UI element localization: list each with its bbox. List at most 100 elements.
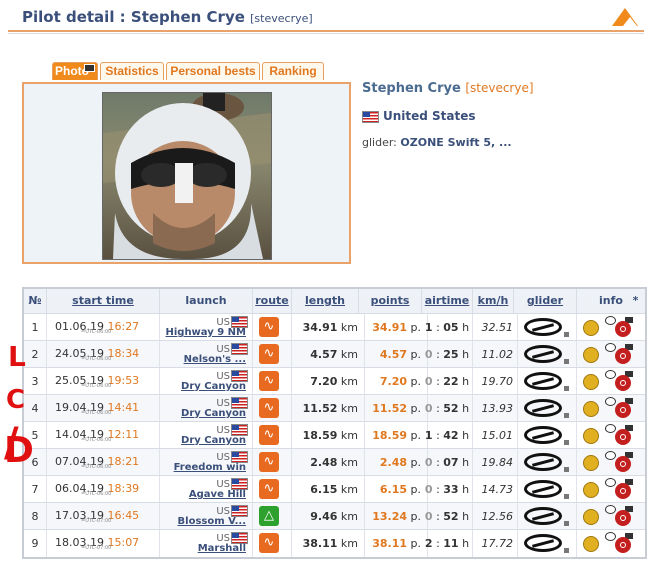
comment-icon[interactable] bbox=[605, 370, 616, 379]
glider-logo-icon[interactable] bbox=[524, 345, 562, 363]
col-header-points[interactable]: points bbox=[359, 289, 422, 313]
comment-icon[interactable] bbox=[605, 478, 616, 487]
comment-icon[interactable] bbox=[605, 424, 616, 433]
gold-medal-icon[interactable] bbox=[583, 536, 599, 552]
comment-icon[interactable] bbox=[605, 532, 616, 541]
table-row[interactable]: 2 24.05.19 18:34 =UTC-06:00 US Nelson's ... ∿… bbox=[24, 340, 645, 368]
magnifier-icon[interactable] bbox=[615, 321, 631, 337]
open-route-icon[interactable]: ∿ bbox=[259, 533, 279, 553]
launch-name-link[interactable]: Dry Canyon bbox=[181, 381, 246, 392]
pilot-photo[interactable] bbox=[102, 92, 272, 260]
flight-time: 16:27 bbox=[107, 320, 140, 333]
magnifier-icon[interactable] bbox=[615, 375, 631, 391]
row-number-cell: 7 bbox=[24, 476, 47, 503]
magnifier-icon[interactable] bbox=[615, 429, 631, 445]
gold-medal-icon[interactable] bbox=[583, 401, 599, 417]
open-route-icon[interactable]: ∿ bbox=[259, 371, 279, 391]
airtime-unit: h bbox=[462, 456, 470, 469]
open-route-icon[interactable]: ∿ bbox=[259, 398, 279, 418]
magnifier-icon[interactable] bbox=[615, 456, 631, 472]
table-row[interactable]: 4 19.04.19 14:41 =UTC-06:00 US Dry Canyon ∿ 11… bbox=[24, 394, 645, 422]
glider-logo-icon[interactable] bbox=[524, 318, 562, 336]
row-number-cell: 4 bbox=[24, 395, 47, 422]
glider-logo-icon[interactable] bbox=[524, 399, 562, 417]
launch-name-link[interactable]: Blossom V... bbox=[178, 516, 246, 527]
col-header-glider[interactable]: glider bbox=[514, 289, 577, 313]
tab-ranking[interactable]: Ranking bbox=[262, 62, 324, 80]
flight-length: 4.57 km bbox=[310, 348, 358, 361]
tab-photo[interactable]: Photo bbox=[52, 62, 98, 80]
magnifier-icon[interactable] bbox=[615, 348, 631, 364]
glider-logo-icon[interactable] bbox=[524, 426, 562, 444]
launch-name-link[interactable]: Highway 9 NM bbox=[165, 327, 246, 338]
timezone-label: =UTC-06:00 bbox=[81, 464, 112, 470]
flight-length: 7.20 km bbox=[310, 375, 358, 388]
airtime-minutes: 25 bbox=[443, 348, 459, 361]
flight-points: 4.57 p. bbox=[380, 348, 421, 361]
comment-icon[interactable] bbox=[605, 397, 616, 406]
row-number-cell: 3 bbox=[24, 368, 47, 395]
launch-name-link[interactable]: Freedom win bbox=[174, 462, 246, 473]
col-header-start-time[interactable]: start time bbox=[47, 289, 160, 313]
speed-cell: 13.93 bbox=[473, 395, 518, 422]
gold-medal-icon[interactable] bbox=[583, 347, 599, 363]
table-row[interactable]: 3 25.05.19 19:53 =UTC-06:00 US Dry Canyon ∿ 7.… bbox=[24, 367, 645, 395]
gold-medal-icon[interactable] bbox=[583, 455, 599, 471]
gold-medal-icon[interactable] bbox=[583, 374, 599, 390]
launch-name-link[interactable]: Marshall bbox=[198, 543, 246, 554]
page-title-text: Pilot detail : Stephen Crye bbox=[22, 8, 245, 26]
gold-medal-icon[interactable] bbox=[583, 509, 599, 525]
glider-logo-icon[interactable] bbox=[524, 480, 562, 498]
airtime-unit: h bbox=[462, 537, 470, 550]
points-cell: 11.52 p. bbox=[359, 395, 428, 422]
points-unit: p. bbox=[410, 456, 421, 469]
magnifier-icon[interactable] bbox=[615, 402, 631, 418]
triangle-route-icon[interactable]: △ bbox=[259, 506, 279, 526]
comment-icon[interactable] bbox=[605, 316, 616, 325]
comment-icon[interactable] bbox=[605, 451, 616, 460]
launch-cell: US Nelson's ... bbox=[160, 341, 253, 368]
tab-statistics[interactable]: Statistics bbox=[100, 62, 164, 80]
col-header-airtime[interactable]: airtime bbox=[422, 289, 473, 313]
table-row[interactable]: 6 07.04.19 18:21 =UTC-06:00 US Freedom win ∿ 2… bbox=[24, 448, 645, 476]
col-header-length[interactable]: length bbox=[292, 289, 359, 313]
gold-medal-icon[interactable] bbox=[583, 320, 599, 336]
table-row[interactable]: 9 18.03.19 15:07 =UTC-07:00 US Marshall ∿ 38.1… bbox=[24, 529, 645, 557]
launch-name-link[interactable]: Agave Hill bbox=[189, 489, 246, 500]
length-cell: 11.52 km bbox=[292, 395, 365, 422]
gold-medal-icon[interactable] bbox=[583, 428, 599, 444]
open-route-icon[interactable]: ∿ bbox=[259, 479, 279, 499]
comment-icon[interactable] bbox=[605, 343, 616, 352]
timezone-value: UTC-06:00 bbox=[85, 329, 112, 335]
col-header-route[interactable]: route bbox=[253, 289, 292, 313]
table-row[interactable]: 8 17.03.19 16:45 =UTC-07:00 US Blossom V... △… bbox=[24, 502, 645, 530]
launch-name-link[interactable]: Dry Canyon bbox=[181, 435, 246, 446]
open-route-icon[interactable]: ∿ bbox=[259, 317, 279, 337]
length-unit: km bbox=[340, 537, 358, 550]
glider-logo-icon[interactable] bbox=[524, 534, 562, 552]
open-route-icon[interactable]: ∿ bbox=[259, 425, 279, 445]
magnifier-icon[interactable] bbox=[615, 510, 631, 526]
table-row[interactable]: 5 14.04.19 12:11 =UTC-06:00 US Dry Canyon ∿ 18… bbox=[24, 421, 645, 449]
route-cell: ∿ bbox=[253, 314, 292, 341]
info-cell bbox=[577, 476, 645, 503]
table-row[interactable]: 7 06.04.19 18:39 =UTC-06:00 US Agave Hill ∿ 6.… bbox=[24, 475, 645, 503]
points-unit: p. bbox=[410, 375, 421, 388]
launch-name-link[interactable]: Nelson's ... bbox=[184, 354, 246, 365]
comment-icon[interactable] bbox=[605, 505, 616, 514]
glider-class-icon bbox=[564, 521, 569, 526]
launch-name-link[interactable]: Dry Canyon bbox=[181, 408, 246, 419]
gold-medal-icon[interactable] bbox=[583, 482, 599, 498]
points-cell: 6.15 p. bbox=[359, 476, 428, 503]
glider-logo-icon[interactable] bbox=[524, 453, 562, 471]
table-row[interactable]: 1 01.06.19 16:27 =UTC-06:00 US Highway 9 NM ∿… bbox=[24, 313, 645, 341]
tab-personal-bests[interactable]: Personal bests bbox=[166, 62, 260, 80]
glider-logo-icon[interactable] bbox=[524, 372, 562, 390]
magnifier-icon[interactable] bbox=[615, 537, 631, 553]
open-route-icon[interactable]: ∿ bbox=[259, 344, 279, 364]
col-header-speed[interactable]: km/h bbox=[473, 289, 514, 313]
glider-logo-icon[interactable] bbox=[524, 507, 562, 525]
magnifier-icon[interactable] bbox=[615, 483, 631, 499]
open-route-icon[interactable]: ∿ bbox=[259, 452, 279, 472]
airtime-unit: h bbox=[462, 402, 470, 415]
